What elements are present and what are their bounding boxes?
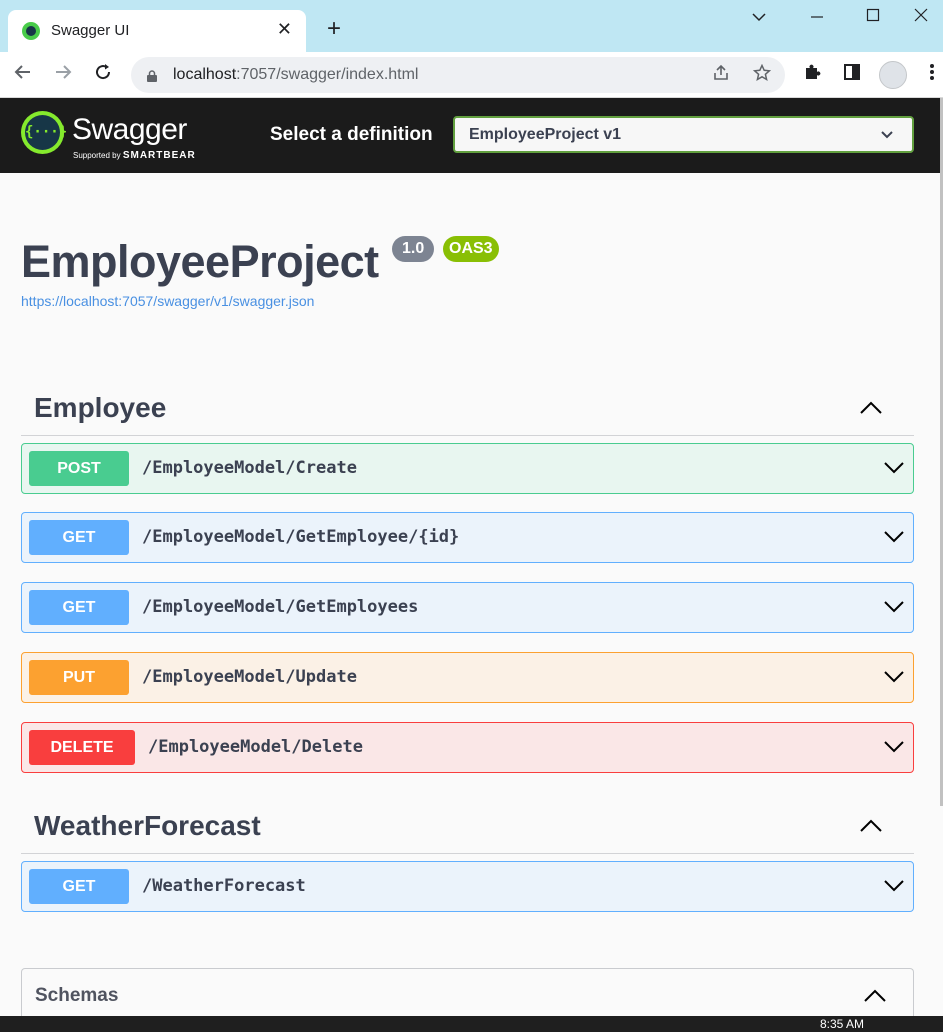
chevron-down-icon[interactable] xyxy=(883,740,905,754)
browser-menu-icon[interactable] xyxy=(920,63,943,87)
address-bar[interactable]: localhost:7057/swagger/index.html xyxy=(131,57,785,93)
operation-put-update[interactable]: PUT /EmployeeModel/Update xyxy=(21,652,914,703)
definition-select[interactable]: EmployeeProject v1 xyxy=(453,116,914,153)
method-badge: GET xyxy=(29,590,129,625)
url-path: :7057/swagger/index.html xyxy=(236,66,419,83)
new-tab-button[interactable]: + xyxy=(322,17,346,41)
method-badge: GET xyxy=(29,869,129,904)
chevron-down-icon[interactable] xyxy=(883,670,905,684)
reload-icon[interactable] xyxy=(91,63,115,87)
oas-badge: OAS3 xyxy=(443,236,499,262)
operation-delete[interactable]: DELETE /EmployeeModel/Delete xyxy=(21,722,914,773)
tab-close-icon[interactable]: ✕ xyxy=(277,19,292,39)
api-title: EmployeeProject xyxy=(21,236,379,287)
browser-toolbar: localhost:7057/swagger/index.html xyxy=(0,52,943,98)
method-badge: DELETE xyxy=(29,730,135,765)
operation-get-weatherforecast[interactable]: GET /WeatherForecast xyxy=(21,861,914,912)
tab-title: Swagger UI xyxy=(51,22,130,39)
share-icon[interactable] xyxy=(710,64,732,86)
chevron-down-icon[interactable] xyxy=(883,461,905,475)
definition-select-value: EmployeeProject v1 xyxy=(469,126,622,143)
extensions-puzzle-icon[interactable] xyxy=(800,63,824,87)
method-badge: PUT xyxy=(29,660,129,695)
operation-path: /WeatherForecast xyxy=(142,876,306,896)
tab-search-icon[interactable] xyxy=(744,6,774,30)
operation-path: /EmployeeModel/Create xyxy=(142,458,357,478)
operation-post-create[interactable]: POST /EmployeeModel/Create xyxy=(21,443,914,494)
swagger-topbar: {···} Swagger Supported by SMARTBEAR Sel… xyxy=(0,98,940,173)
chevron-up-icon[interactable] xyxy=(863,989,887,1003)
url-host: localhost xyxy=(173,66,237,83)
operation-path: /EmployeeModel/Delete xyxy=(148,737,363,757)
maximize-icon[interactable] xyxy=(858,6,888,30)
section-title: WeatherForecast xyxy=(34,810,261,841)
chevron-up-icon[interactable] xyxy=(858,400,884,416)
side-panel-icon[interactable] xyxy=(840,63,864,87)
taskbar-clock: 8:35 AM xyxy=(820,1017,865,1031)
chevron-down-icon xyxy=(880,128,894,142)
method-badge: POST xyxy=(29,451,129,486)
swagger-logo-text[interactable]: Swagger xyxy=(72,113,187,147)
method-badge: GET xyxy=(29,520,129,555)
section-header-weatherforecast[interactable]: WeatherForecast xyxy=(21,798,914,854)
browser-tab[interactable]: Swagger UI ✕ xyxy=(8,10,306,52)
operation-get-employees[interactable]: GET /EmployeeModel/GetEmployees xyxy=(21,582,914,633)
bookmark-star-icon[interactable] xyxy=(751,63,773,86)
logo-sub-prefix: Supported by xyxy=(73,151,121,160)
operation-path: /EmployeeModel/GetEmployee/{id} xyxy=(142,527,460,547)
chevron-down-icon[interactable] xyxy=(883,530,905,544)
os-taskbar: 8:35 AM xyxy=(0,1016,943,1032)
section-title: Employee xyxy=(34,392,167,423)
chevron-down-icon[interactable] xyxy=(883,600,905,614)
url-text: localhost:7057/swagger/index.html xyxy=(173,66,418,84)
chevron-up-icon[interactable] xyxy=(858,818,884,834)
lock-icon[interactable] xyxy=(147,69,157,82)
version-badge: 1.0 xyxy=(392,236,435,262)
profile-avatar[interactable] xyxy=(879,61,907,89)
spec-json-link[interactable]: https://localhost:7057/swagger/v1/swagge… xyxy=(21,293,314,309)
swagger-favicon-icon xyxy=(22,22,40,40)
operation-path: /EmployeeModel/GetEmployees xyxy=(142,597,419,617)
logo-sub-brand: SMARTBEAR xyxy=(122,150,196,161)
browser-tab-strip: Swagger UI ✕ + xyxy=(0,0,943,52)
minimize-icon[interactable] xyxy=(802,6,832,30)
close-window-icon[interactable] xyxy=(906,6,936,30)
chevron-down-icon[interactable] xyxy=(883,879,905,893)
swagger-logo-icon[interactable]: {···} xyxy=(21,111,67,154)
section-header-employee[interactable]: Employee xyxy=(21,380,914,436)
forward-icon[interactable] xyxy=(51,63,75,87)
swagger-logo-mark: {···} xyxy=(25,115,67,150)
schemas-title: Schemas xyxy=(35,985,119,1006)
back-icon[interactable] xyxy=(11,63,35,87)
definition-select-label: Select a definition xyxy=(270,124,433,145)
operation-path: /EmployeeModel/Update xyxy=(142,667,357,687)
operation-get-employee[interactable]: GET /EmployeeModel/GetEmployee/{id} xyxy=(21,512,914,563)
swagger-logo-subtitle: Supported by SMARTBEAR xyxy=(73,150,196,161)
